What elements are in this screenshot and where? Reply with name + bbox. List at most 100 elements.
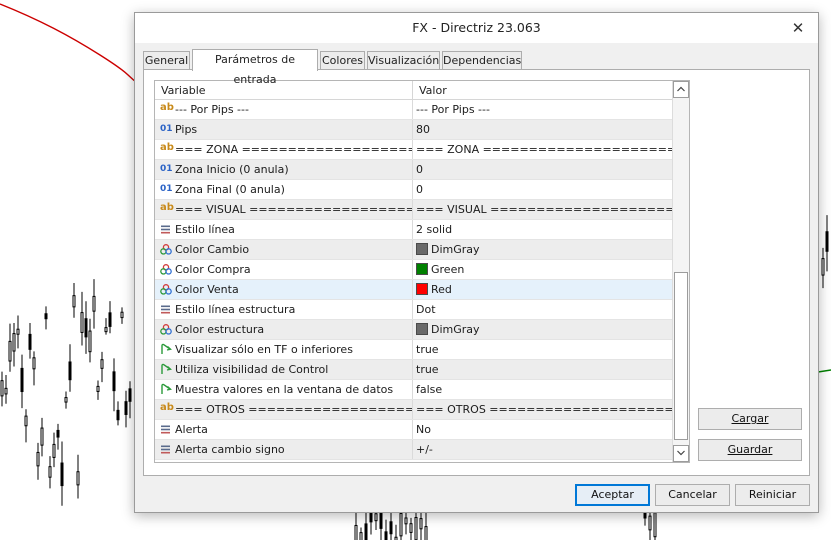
parameter-value-cell[interactable]: === OTROS =========================... [413, 400, 673, 419]
dialog-titlebar[interactable]: FX - Directriz 23.063 ✕ [135, 13, 818, 43]
parameter-value-label: 0 [416, 183, 423, 196]
parameter-variable-label: --- Por Pips --- [175, 103, 249, 116]
parameter-variable-label: Zona Inicio (0 anula) [175, 163, 289, 176]
parameter-variable-cell: 01 Zona Inicio (0 anula) [155, 160, 413, 179]
parameter-variable-label: Color Compra [175, 263, 251, 276]
parameter-row[interactable]: Color Venta Red [155, 280, 673, 300]
parameter-row[interactable]: Alerta cambio signo +/- [155, 440, 673, 460]
parameter-value-cell[interactable]: DimGray [413, 240, 673, 259]
candle-body [374, 513, 378, 522]
tab-input-parameters[interactable]: Parámetros de entrada [192, 49, 318, 86]
grid-vertical-scrollbar[interactable] [672, 81, 689, 462]
close-icon: ✕ [791, 19, 805, 37]
parameter-value-cell[interactable]: 0 [413, 180, 673, 199]
close-button[interactable]: ✕ [788, 18, 808, 38]
parameter-value-cell[interactable]: 80 [413, 120, 673, 139]
parameter-value-label: 0 [416, 163, 423, 176]
tab-general[interactable]: General [143, 51, 190, 70]
parameter-value-label: false [416, 383, 443, 396]
parameter-row[interactable]: Estilo línea 2 solid [155, 220, 673, 240]
integer-type-icon: 01 [160, 124, 173, 134]
column-header-value[interactable]: Valor [413, 81, 673, 100]
parameter-row[interactable]: ab--- Por Pips --- --- Por Pips --- [155, 100, 673, 120]
parameter-row[interactable]: Alerta No [155, 420, 673, 440]
color-type-icon [160, 240, 174, 259]
candle-body [653, 512, 657, 538]
candle-body [414, 517, 418, 540]
input-parameters-panel: Variable Valor ab--- Por Pips --- --- Por… [143, 69, 810, 476]
candle-body [84, 318, 88, 338]
candle-body [389, 521, 393, 535]
candle-body [648, 515, 652, 531]
parameter-row[interactable]: Color Compra Green [155, 260, 673, 280]
parameter-value-cell[interactable]: Green [413, 260, 673, 279]
parameter-row[interactable]: Muestra valores en la ventana de datos fa… [155, 380, 673, 400]
tab-visualization[interactable]: Visualización [367, 51, 440, 70]
parameter-row[interactable]: Utiliza visibilidad de Control true [155, 360, 673, 380]
ok-button[interactable]: Aceptar [575, 484, 650, 506]
candle-body [40, 427, 44, 446]
candle-body [56, 429, 60, 438]
load-button[interactable]: Cargar [698, 408, 802, 430]
parameter-value-cell[interactable]: === VISUAL ========================... [413, 200, 673, 219]
candle-body [359, 532, 363, 540]
candle-body [16, 328, 20, 335]
string-type-icon: ab [160, 102, 174, 113]
chart-candles-left [0, 279, 132, 506]
parameter-row[interactable]: Estilo línea estructura Dot [155, 300, 673, 320]
parameter-row[interactable]: 01 Pips 80 [155, 120, 673, 140]
scroll-down-button[interactable] [673, 445, 689, 462]
parameter-value-cell[interactable]: +/- [413, 440, 673, 459]
integer-type-icon: 01 [160, 184, 173, 194]
parameter-row[interactable]: Visualizar sólo en TF o inferiores true [155, 340, 673, 360]
candle-body [88, 330, 92, 353]
parameter-value-cell[interactable]: Dot [413, 300, 673, 319]
parameter-row[interactable]: 01 Zona Inicio (0 anula) 0 [155, 160, 673, 180]
parameter-variable-cell: Utiliza visibilidad de Control [155, 360, 413, 379]
parameter-value-cell[interactable]: === ZONA ==========================... [413, 140, 673, 159]
column-header-variable[interactable]: Variable [155, 81, 413, 100]
scroll-up-button[interactable] [673, 81, 689, 98]
parameter-row[interactable]: Color estructura DimGray [155, 320, 673, 340]
string-type-icon: ab [160, 402, 174, 413]
parameter-variable-cell: Estilo línea [155, 220, 413, 239]
candle-body [20, 367, 24, 393]
candle-body [354, 524, 358, 540]
parameter-value-cell[interactable]: DimGray [413, 320, 673, 339]
parameter-row[interactable]: ab=== ZONA ========================...==… [155, 140, 673, 160]
reset-button[interactable]: Reiniciar [735, 484, 810, 506]
string-type-icon: ab [160, 202, 174, 213]
parameter-variable-label: Zona Final (0 anula) [175, 183, 285, 196]
parameter-variable-cell: 01 Pips [155, 120, 413, 139]
parameter-variable-cell: Color Compra [155, 260, 413, 279]
candle-body [28, 333, 32, 350]
parameter-value-cell[interactable]: 2 solid [413, 220, 673, 239]
save-button-label: Guardar [727, 443, 773, 456]
tab-dependencies[interactable]: Dependencias [442, 51, 522, 70]
parameter-value-cell[interactable]: --- Por Pips --- [413, 100, 673, 119]
parameter-value-label: === OTROS =========================... [416, 403, 673, 416]
parameter-value-label: DimGray [431, 243, 480, 256]
color-swatch [416, 323, 428, 335]
candle-body [92, 295, 96, 312]
parameter-value-cell[interactable]: true [413, 340, 673, 359]
parameter-row[interactable]: ab=== VISUAL ======================...==… [155, 200, 673, 220]
scroll-thumb[interactable] [674, 272, 688, 440]
parameter-value-cell[interactable]: false [413, 380, 673, 399]
save-button[interactable]: Guardar [698, 439, 802, 461]
parameter-row[interactable]: Color Cambio DimGray [155, 240, 673, 260]
parameter-value-label: 80 [416, 123, 430, 136]
parameter-value-cell[interactable]: 0 [413, 160, 673, 179]
parameter-value-cell[interactable]: Red [413, 280, 673, 299]
parameter-value-cell[interactable]: true [413, 360, 673, 379]
tab-colors[interactable]: Colores [320, 51, 365, 70]
parameter-value-cell[interactable]: No [413, 420, 673, 439]
parameter-value-label: DimGray [431, 323, 480, 336]
candle-body [60, 462, 64, 487]
candle-body [399, 513, 403, 537]
parameter-row[interactable]: ab=== OTROS ======================...===… [155, 400, 673, 420]
parameter-row[interactable]: 01 Zona Final (0 anula) 0 [155, 180, 673, 200]
candle-body [0, 380, 4, 397]
cancel-button[interactable]: Cancelar [655, 484, 730, 506]
parameter-variable-cell: ab=== VISUAL ======================... [155, 200, 413, 219]
